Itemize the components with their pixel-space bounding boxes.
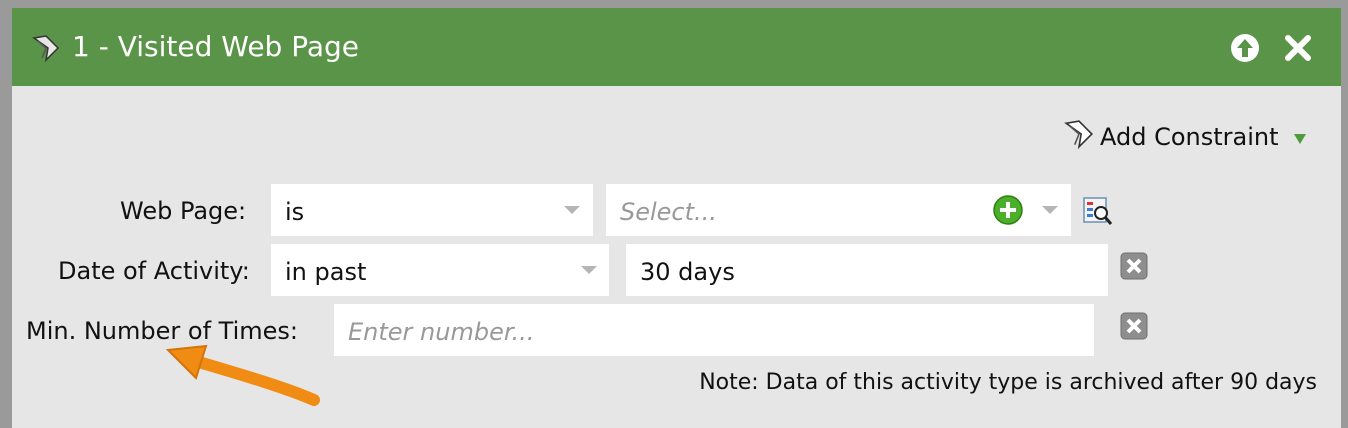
panel-header: 1 - Visited Web Page bbox=[12, 8, 1341, 86]
min-number-input[interactable]: Enter number... bbox=[334, 304, 1094, 356]
flow-step-icon bbox=[1064, 119, 1094, 155]
chevron-down-icon bbox=[1042, 206, 1058, 214]
panel-title: 1 - Visited Web Page bbox=[72, 30, 360, 63]
date-value-text: 30 days bbox=[640, 258, 735, 286]
date-operator-select[interactable]: in past bbox=[271, 244, 609, 296]
min-number-placeholder: Enter number... bbox=[348, 318, 535, 346]
web-page-label: Web Page: bbox=[120, 197, 247, 225]
date-value-input[interactable]: 30 days bbox=[626, 244, 1108, 296]
web-page-value-placeholder: Select... bbox=[620, 198, 717, 226]
orange-arrow-icon bbox=[162, 336, 332, 420]
filter-panel: 1 - Visited Web Page Add Constraint Web … bbox=[12, 8, 1341, 428]
archive-note: Note: Data of this activity type is arch… bbox=[699, 370, 1317, 395]
add-constraint-label: Add Constraint bbox=[1100, 123, 1279, 151]
web-page-operator-value: is bbox=[285, 198, 305, 226]
remove-constraint-icon[interactable] bbox=[1120, 252, 1148, 280]
search-pages-icon[interactable] bbox=[1083, 196, 1113, 230]
web-page-value-select[interactable]: Select... bbox=[606, 184, 1071, 236]
chevron-down-icon bbox=[564, 206, 580, 214]
web-page-operator-select[interactable]: is bbox=[271, 184, 593, 236]
chevron-down-icon bbox=[581, 266, 597, 274]
remove-constraint-icon[interactable] bbox=[1120, 312, 1148, 340]
add-icon[interactable] bbox=[992, 194, 1024, 234]
add-constraint-button[interactable]: Add Constraint bbox=[1064, 120, 1307, 154]
close-icon[interactable] bbox=[1282, 32, 1314, 64]
flow-step-icon bbox=[32, 34, 60, 66]
date-operator-value: in past bbox=[285, 258, 367, 286]
move-up-icon[interactable] bbox=[1229, 32, 1261, 64]
caret-down-icon[interactable] bbox=[1293, 123, 1307, 151]
date-of-activity-label: Date of Activity: bbox=[58, 257, 250, 285]
